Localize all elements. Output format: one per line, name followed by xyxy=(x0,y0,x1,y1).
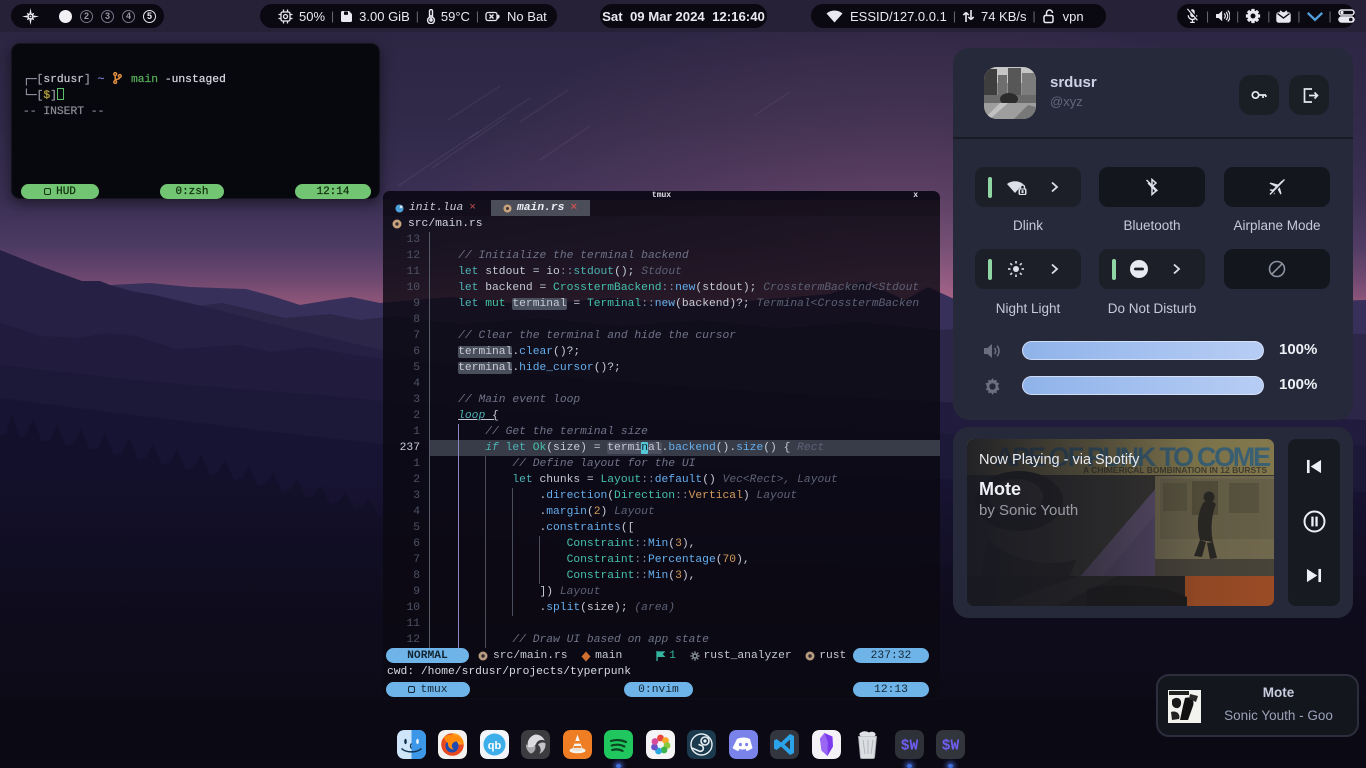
svg-text:qb: qb xyxy=(487,740,501,752)
svg-text:$W: $W xyxy=(900,739,918,755)
svg-text:$W: $W xyxy=(942,739,960,755)
